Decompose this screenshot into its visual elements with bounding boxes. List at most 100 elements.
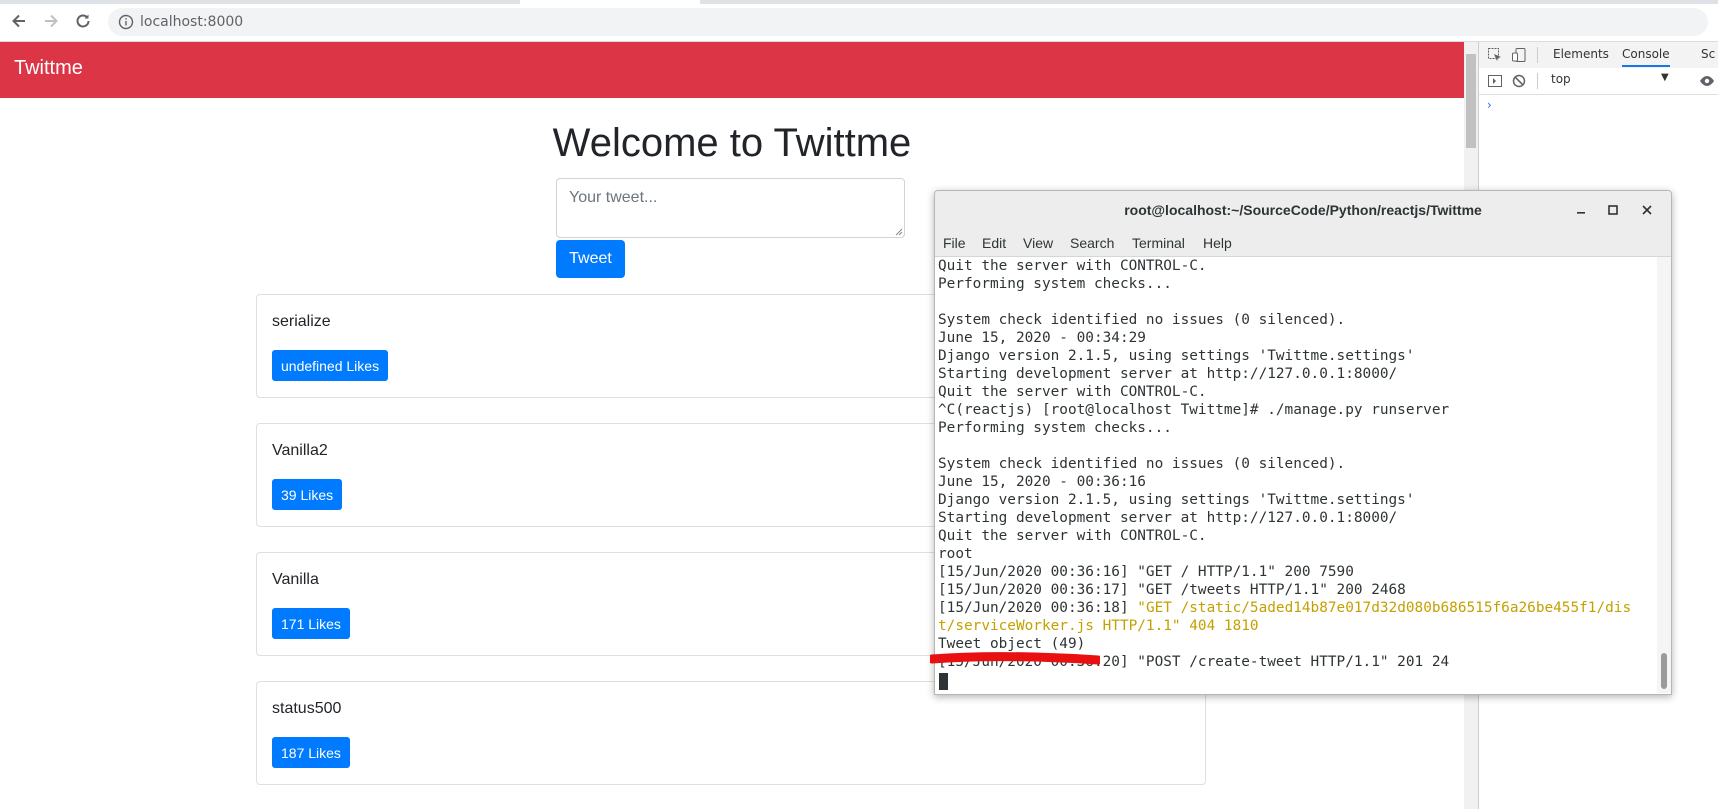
terminal-line: t/serviceWorker.js HTTP/1.1" 404 1810 <box>938 617 1658 635</box>
terminal-line-text: Quit the server with CONTROL-C. <box>938 384 1207 400</box>
terminal-line: Django version 2.1.5, using settings 'Tw… <box>938 347 1658 365</box>
forward-arrow-icon[interactable] <box>40 10 62 32</box>
terminal-line-text: Starting development server at http://12… <box>938 510 1398 526</box>
like-button[interactable]: 39 Likes <box>272 479 343 510</box>
terminal-line-text: Performing system checks... <box>938 420 1172 436</box>
terminal-title: root@localhost:~/SourceCode/Python/react… <box>1124 202 1482 218</box>
chevron-down-icon: ▼ <box>1661 72 1669 83</box>
tweet-content: Vanilla2 <box>272 442 328 459</box>
tweet-card: status500 187 Likes <box>256 681 1206 785</box>
menu-search[interactable]: Search <box>1070 235 1114 251</box>
menu-help[interactable]: Help <box>1203 235 1232 251</box>
tweet-content: status500 <box>272 700 342 717</box>
toolbar-divider <box>1537 47 1538 63</box>
terminal-line: [15/Jun/2020 00:36:16] "GET / HTTP/1.1" … <box>938 563 1658 581</box>
tweet-input-placeholder: Your tweet... <box>569 189 658 206</box>
tab-strip-edge <box>700 0 1718 4</box>
maximize-icon[interactable] <box>1603 200 1623 220</box>
tweet-input[interactable]: Your tweet... <box>556 178 905 238</box>
terminal-line-text: root <box>938 546 973 562</box>
tweet-button[interactable]: Tweet <box>556 240 625 278</box>
terminal-output[interactable]: Quit the server with CONTROL-C. Performin… <box>936 257 1658 693</box>
menu-terminal[interactable]: Terminal <box>1132 235 1185 251</box>
context-value: top <box>1551 72 1571 86</box>
menu-edit[interactable]: Edit <box>982 235 1006 251</box>
terminal-line: June 15, 2020 - 00:36:16 <box>938 473 1658 491</box>
terminal-line-text: Quit the server with CONTROL-C. <box>938 258 1207 274</box>
device-toolbar-icon[interactable] <box>1511 47 1527 63</box>
like-button[interactable]: undefined Likes <box>272 350 389 381</box>
terminal-window: root@localhost:~/SourceCode/Python/react… <box>934 190 1672 695</box>
terminal-line-text: Performing system checks... <box>938 276 1172 292</box>
terminal-line: Quit the server with CONTROL-C. <box>938 527 1658 545</box>
menu-file[interactable]: File <box>943 235 966 251</box>
terminal-line: System check identified no issues (0 sil… <box>938 311 1658 329</box>
sidebar-toggle-icon[interactable] <box>1487 73 1503 89</box>
console-prompt[interactable]: › <box>1487 98 1492 112</box>
like-button[interactable]: 171 Likes <box>272 608 350 639</box>
terminal-line: root <box>938 545 1658 563</box>
terminal-line: System check identified no issues (0 sil… <box>938 455 1658 473</box>
address-bar[interactable]: localhost:8000 <box>108 8 1708 36</box>
clear-console-icon[interactable] <box>1511 73 1527 89</box>
tab-console[interactable]: Console <box>1622 47 1670 67</box>
tweet-content: Vanilla <box>272 571 319 588</box>
url-text: localhost:8000 <box>140 14 244 30</box>
terminal-line-text: [15/Jun/2020 00:36:16] "GET / HTTP/1.1" … <box>938 564 1354 580</box>
toolbar-divider <box>1537 73 1538 89</box>
inspect-element-icon[interactable] <box>1487 47 1503 63</box>
terminal-line: ^C(reactjs) [root@localhost Twittme]# ./… <box>938 401 1658 419</box>
menu-view[interactable]: View <box>1023 235 1053 251</box>
terminal-line: Starting development server at http://12… <box>938 365 1658 383</box>
terminal-line-warning: "GET /static/5aded14b87e017d32d080b68651… <box>1137 600 1632 616</box>
terminal-scroll-thumb[interactable] <box>1661 653 1667 689</box>
browser-toolbar: localhost:8000 <box>0 0 1718 42</box>
terminal-titlebar[interactable]: root@localhost:~/SourceCode/Python/react… <box>935 191 1671 230</box>
terminal-line-text: June 15, 2020 - 00:36:16 <box>938 474 1146 490</box>
red-annotation-stroke <box>930 652 1100 665</box>
navbar-brand[interactable]: Twittme <box>14 57 83 80</box>
back-arrow-icon[interactable] <box>8 10 30 32</box>
terminal-line-text: t/serviceWorker.js HTTP/1.1" 404 1810 <box>938 618 1259 634</box>
terminal-line: [15/Jun/2020 00:36:17] "GET /tweets HTTP… <box>938 581 1658 599</box>
page-scroll-thumb[interactable] <box>1466 54 1476 148</box>
terminal-line-text: System check identified no issues (0 sil… <box>938 456 1346 472</box>
tweet-content: serialize <box>272 313 331 330</box>
terminal-line-text: [15/Jun/2020 00:36:18] <box>938 600 1138 616</box>
close-icon[interactable] <box>1637 200 1657 220</box>
page-title: Welcome to Twittme <box>552 121 912 165</box>
reload-icon[interactable] <box>72 10 94 32</box>
like-button[interactable]: 187 Likes <box>272 737 350 768</box>
console-toolbar: top ▼ <box>1479 68 1718 95</box>
devtools-tabbar: Elements Console Sc <box>1479 42 1718 69</box>
terminal-line-text: Django version 2.1.5, using settings 'Tw… <box>938 348 1415 364</box>
terminal-line: June 15, 2020 - 00:34:29 <box>938 329 1658 347</box>
navbar: Twittme <box>0 42 1464 98</box>
context-selector[interactable]: top ▼ <box>1551 72 1681 90</box>
terminal-line: Quit the server with CONTROL-C. <box>938 257 1658 275</box>
terminal-line-text: June 15, 2020 - 00:34:29 <box>938 330 1146 346</box>
terminal-line: Performing system checks... <box>938 275 1658 293</box>
terminal-line-text: ^C(reactjs) [root@localhost Twittme]# ./… <box>938 402 1450 418</box>
terminal-line: Django version 2.1.5, using settings 'Tw… <box>938 491 1658 509</box>
terminal-line: Starting development server at http://12… <box>938 509 1658 527</box>
tab-sources[interactable]: Sc <box>1701 47 1715 61</box>
eye-icon[interactable] <box>1699 73 1715 89</box>
terminal-menubar: File Edit View Search Terminal Help <box>935 229 1671 257</box>
terminal-line: Performing system checks... <box>938 419 1658 437</box>
terminal-scrollbar[interactable] <box>1657 257 1671 693</box>
terminal-line: [15/Jun/2020 00:36:18] "GET /static/5ade… <box>938 599 1658 617</box>
terminal-line-text: Django version 2.1.5, using settings 'Tw… <box>938 492 1415 508</box>
minimize-icon[interactable] <box>1571 200 1591 220</box>
terminal-line: Quit the server with CONTROL-C. <box>938 383 1658 401</box>
terminal-line-text: Quit the server with CONTROL-C. <box>938 528 1207 544</box>
tab-strip-edge <box>0 0 520 4</box>
resize-grip-icon[interactable] <box>895 228 903 236</box>
terminal-line-text: Starting development server at http://12… <box>938 366 1398 382</box>
terminal-cursor <box>939 673 948 690</box>
terminal-line-text: System check identified no issues (0 sil… <box>938 312 1346 328</box>
tab-elements[interactable]: Elements <box>1553 47 1609 61</box>
info-icon[interactable] <box>118 14 134 30</box>
